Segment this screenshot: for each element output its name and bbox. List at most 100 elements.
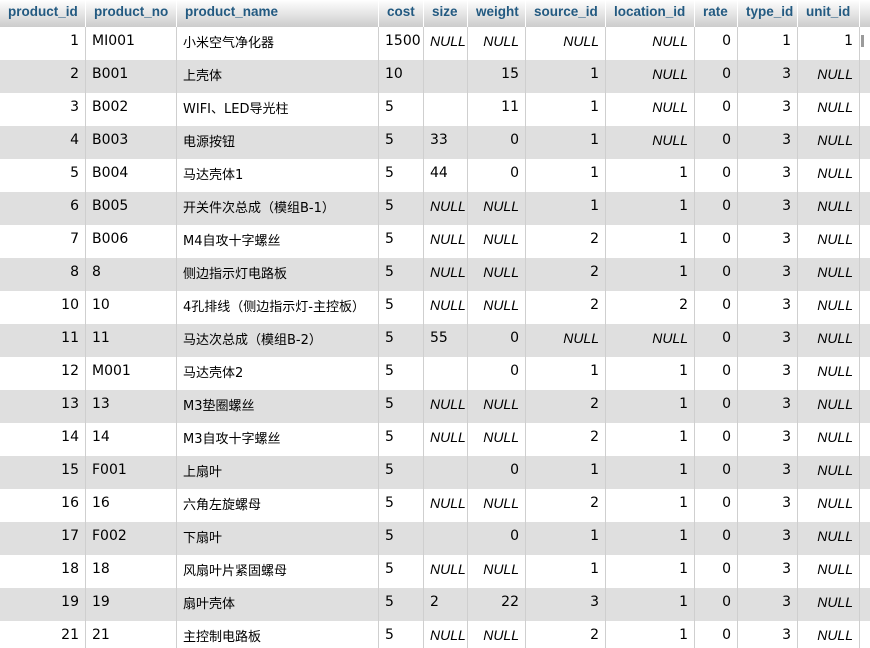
cell-product-name[interactable]: 下扇叶 xyxy=(177,522,379,555)
cell-type-id[interactable]: 3 xyxy=(738,291,798,324)
cell-rate[interactable]: 0 xyxy=(695,60,738,93)
cell-weight[interactable]: NULL xyxy=(468,192,526,225)
cell-source-id[interactable]: 1 xyxy=(526,456,606,489)
cell-product-id[interactable]: 7 xyxy=(0,225,86,258)
cell-product-no[interactable]: 11 xyxy=(86,324,177,357)
cell-source-id[interactable]: 2 xyxy=(526,390,606,423)
cell-product-no[interactable]: B004 xyxy=(86,159,177,192)
cell-type-id[interactable]: 3 xyxy=(738,522,798,555)
cell-product-id[interactable]: 17 xyxy=(0,522,86,555)
cell-unit-id[interactable]: NULL xyxy=(798,621,860,648)
cell-product-name[interactable]: 马达次总成（模组B-2） xyxy=(177,324,379,357)
cell-type-id[interactable]: 3 xyxy=(738,93,798,126)
cell-cost[interactable]: 5 xyxy=(379,555,424,588)
cell-rate[interactable]: 0 xyxy=(695,192,738,225)
cell-product-no[interactable]: 21 xyxy=(86,621,177,648)
cell-cost[interactable]: 5 xyxy=(379,390,424,423)
cell-size[interactable]: NULL xyxy=(424,192,468,225)
cell-weight[interactable]: NULL xyxy=(468,423,526,456)
cell-size[interactable]: NULL xyxy=(424,291,468,324)
cell-size[interactable]: NULL xyxy=(424,225,468,258)
cell-size[interactable]: 55 xyxy=(424,324,468,357)
cell-source-id[interactable]: 2 xyxy=(526,258,606,291)
cell-product-id[interactable]: 8 xyxy=(0,258,86,291)
cell-unit-id[interactable]: NULL xyxy=(798,423,860,456)
cell-cost[interactable]: 5 xyxy=(379,126,424,159)
column-header-type-id[interactable]: type_id xyxy=(738,0,798,27)
cell-product-name[interactable]: 4孔排线（侧边指示灯-主控板） xyxy=(177,291,379,324)
cell-product-no[interactable]: 14 xyxy=(86,423,177,456)
cell-weight[interactable]: 0 xyxy=(468,456,526,489)
cell-size[interactable]: NULL xyxy=(424,390,468,423)
cell-source-id[interactable]: 1 xyxy=(526,159,606,192)
cell-size[interactable]: 33 xyxy=(424,126,468,159)
column-header-rate[interactable]: rate xyxy=(695,0,738,27)
cell-product-id[interactable]: 6 xyxy=(0,192,86,225)
cell-weight[interactable]: 22 xyxy=(468,588,526,621)
table-row[interactable]: 8 8 侧边指示灯电路板 5 NULL NULL 2 1 0 3 NULL xyxy=(0,258,870,291)
cell-product-id[interactable]: 19 xyxy=(0,588,86,621)
cell-size[interactable]: NULL xyxy=(424,27,468,60)
cell-source-id[interactable]: 3 xyxy=(526,588,606,621)
cell-location-id[interactable]: 1 xyxy=(606,159,695,192)
cell-location-id[interactable]: 1 xyxy=(606,357,695,390)
table-row[interactable]: 21 21 主控制电路板 5 NULL NULL 2 1 0 3 NULL xyxy=(0,621,870,648)
cell-type-id[interactable]: 3 xyxy=(738,357,798,390)
cell-size[interactable]: NULL xyxy=(424,489,468,522)
cell-product-name[interactable]: 马达壳体1 xyxy=(177,159,379,192)
cell-type-id[interactable]: 3 xyxy=(738,192,798,225)
table-row[interactable]: 14 14 M3自攻十字螺丝 5 NULL NULL 2 1 0 3 NULL xyxy=(0,423,870,456)
cell-size[interactable] xyxy=(424,522,468,555)
cell-product-name[interactable]: 马达壳体2 xyxy=(177,357,379,390)
cell-cost[interactable]: 5 xyxy=(379,225,424,258)
cell-unit-id[interactable]: 1 xyxy=(798,27,860,60)
cell-cost[interactable]: 5 xyxy=(379,93,424,126)
cell-unit-id[interactable]: NULL xyxy=(798,489,860,522)
column-header-product-id[interactable]: product_id xyxy=(0,0,86,27)
table-row[interactable]: 16 16 六角左旋螺母 5 NULL NULL 2 1 0 3 NULL xyxy=(0,489,870,522)
table-row[interactable]: 6 B005 开关件次总成（模组B-1） 5 NULL NULL 1 1 0 3 NULL xyxy=(0,192,870,225)
cell-type-id[interactable]: 3 xyxy=(738,456,798,489)
cell-type-id[interactable]: 3 xyxy=(738,126,798,159)
cell-rate[interactable]: 0 xyxy=(695,126,738,159)
cell-type-id[interactable]: 3 xyxy=(738,489,798,522)
table-row[interactable]: 4 B003 电源按钮 5 33 0 1 NULL 0 3 NULL xyxy=(0,126,870,159)
cell-product-id[interactable]: 21 xyxy=(0,621,86,648)
cell-source-id[interactable]: 2 xyxy=(526,225,606,258)
cell-weight[interactable]: NULL xyxy=(468,291,526,324)
column-header-weight[interactable]: weight xyxy=(468,0,526,27)
cell-product-id[interactable]: 1 xyxy=(0,27,86,60)
cell-size[interactable] xyxy=(424,456,468,489)
cell-cost[interactable]: 5 xyxy=(379,324,424,357)
cell-source-id[interactable]: 1 xyxy=(526,60,606,93)
cell-source-id[interactable]: 2 xyxy=(526,291,606,324)
cell-product-name[interactable]: M3垫圈螺丝 xyxy=(177,390,379,423)
cell-type-id[interactable]: 3 xyxy=(738,555,798,588)
cell-rate[interactable]: 0 xyxy=(695,159,738,192)
cell-cost[interactable]: 5 xyxy=(379,258,424,291)
cell-source-id[interactable]: 1 xyxy=(526,522,606,555)
cell-weight[interactable]: NULL xyxy=(468,621,526,648)
cell-cost[interactable]: 5 xyxy=(379,192,424,225)
cell-rate[interactable]: 0 xyxy=(695,621,738,648)
cell-unit-id[interactable]: NULL xyxy=(798,126,860,159)
cell-rate[interactable]: 0 xyxy=(695,423,738,456)
cell-product-id[interactable]: 11 xyxy=(0,324,86,357)
cell-source-id[interactable]: 1 xyxy=(526,192,606,225)
cell-size[interactable]: NULL xyxy=(424,555,468,588)
cell-cost[interactable]: 5 xyxy=(379,291,424,324)
table-row[interactable]: 3 B002 WIFI、LED导光柱 5 11 1 NULL 0 3 NULL xyxy=(0,93,870,126)
cell-location-id[interactable]: 1 xyxy=(606,192,695,225)
cell-location-id[interactable]: 1 xyxy=(606,456,695,489)
cell-unit-id[interactable]: NULL xyxy=(798,357,860,390)
column-header-location-id[interactable]: location_id xyxy=(606,0,695,27)
cell-product-no[interactable]: 8 xyxy=(86,258,177,291)
cell-product-no[interactable]: B006 xyxy=(86,225,177,258)
column-header-cost[interactable]: cost xyxy=(379,0,424,27)
cell-location-id[interactable]: 1 xyxy=(606,390,695,423)
cell-source-id[interactable]: 1 xyxy=(526,93,606,126)
table-row[interactable]: 7 B006 M4自攻十字螺丝 5 NULL NULL 2 1 0 3 NULL xyxy=(0,225,870,258)
cell-source-id[interactable]: 2 xyxy=(526,423,606,456)
cell-weight[interactable]: 0 xyxy=(468,357,526,390)
table-row[interactable]: 11 11 马达次总成（模组B-2） 5 55 0 NULL NULL 0 3 NULL xyxy=(0,324,870,357)
